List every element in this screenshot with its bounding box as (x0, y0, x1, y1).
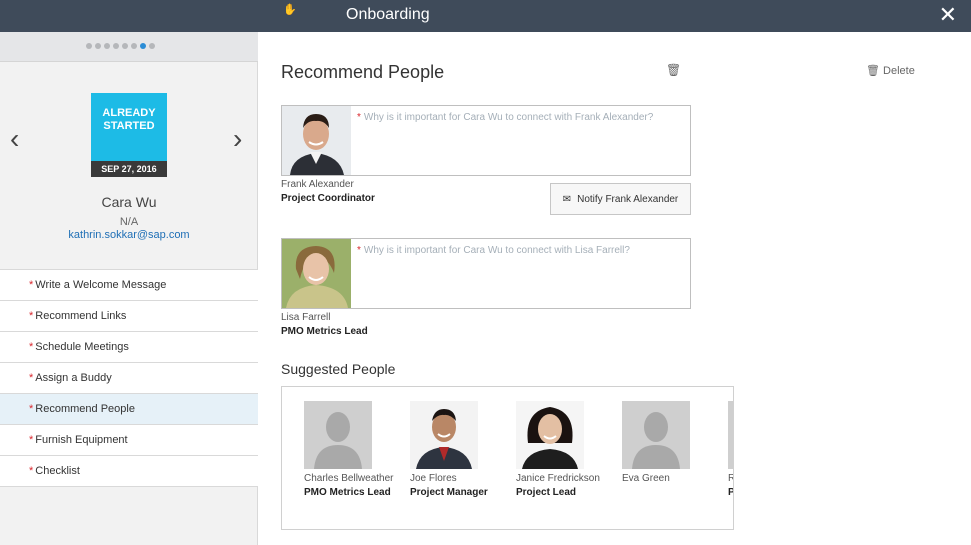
task-item-schedule-meetings[interactable]: * Schedule Meetings (0, 332, 258, 363)
page-dots (86, 43, 155, 49)
main-panel: Recommend People 🗑 🗑 Delete * Why is it i… (259, 32, 971, 545)
start-date: SEP 27, 2016 (91, 161, 167, 177)
new-hire-profile: ‹ › ALREADY STARTED SEP 27, 2016 Cara Wu… (0, 63, 258, 269)
page-dot[interactable] (113, 43, 119, 49)
person-placeholder-icon (622, 401, 690, 469)
task-item-welcome-message[interactable]: * Write a Welcome Message (0, 270, 258, 301)
required-marker: * (29, 434, 34, 446)
envelope-icon: ✉ (562, 193, 572, 205)
person-placeholder-icon (304, 401, 372, 469)
suggested-person[interactable]: Joe Flores Project Manager (410, 401, 510, 498)
page-dot[interactable] (86, 43, 92, 49)
recommended-person-name: Frank Alexander (281, 179, 354, 190)
recommendation-reason-input[interactable]: * Why is it important for Cara Wu to conn… (357, 245, 682, 257)
required-marker: * (357, 245, 361, 256)
suggested-person[interactable]: Charles Bellweather PMO Metrics Lead (304, 401, 404, 498)
page-dot[interactable] (149, 43, 155, 49)
person-photo (410, 401, 478, 469)
suggested-person-role: Project Manager (410, 487, 488, 498)
suggested-person-name: Eva Green (622, 473, 670, 484)
new-hire-title: N/A (119, 216, 139, 228)
person-photo (282, 106, 351, 175)
page-dot[interactable] (104, 43, 110, 49)
header-bar: ✋ Onboarding ✕ (0, 0, 971, 32)
suggested-person-name: Joe Flores (410, 473, 457, 484)
suggested-person[interactable]: R P (728, 401, 733, 498)
person-placeholder-icon (728, 401, 733, 469)
recommended-person-role: Project Coordinator (281, 193, 375, 204)
sidebar: ‹ › ALREADY STARTED SEP 27, 2016 Cara Wu… (0, 32, 258, 545)
delete-button[interactable]: 🗑 Delete (866, 64, 915, 77)
recommendation-card: * Why is it important for Cara Wu to conn… (281, 105, 691, 176)
required-marker: * (29, 372, 34, 384)
previous-arrow-icon[interactable]: ‹ (10, 123, 19, 155)
suggested-person[interactable]: Eva Green (622, 401, 722, 487)
notify-button[interactable]: ✉ Notify Frank Alexander (550, 183, 691, 215)
page-dot[interactable] (131, 43, 137, 49)
page-dot[interactable] (122, 43, 128, 49)
recommendation-reason-input[interactable]: * Why is it important for Cara Wu to conn… (357, 112, 682, 124)
next-arrow-icon[interactable]: › (233, 123, 242, 155)
suggested-person[interactable]: Janice Fredrickson Project Lead (516, 401, 616, 498)
task-item-recommend-people[interactable]: * Recommend People (0, 394, 258, 425)
status-label: ALREADY STARTED (102, 107, 156, 132)
task-item-assign-buddy[interactable]: * Assign a Buddy (0, 363, 258, 394)
task-list: * Write a Welcome Message * Recommend Link… (0, 269, 258, 487)
mouse-cursor-icon: ✋ (283, 4, 297, 16)
page-dot[interactable] (95, 43, 101, 49)
person-photo (516, 401, 584, 469)
required-marker: * (29, 310, 34, 322)
required-marker: * (29, 465, 34, 477)
task-item-checklist[interactable]: * Checklist (0, 456, 258, 487)
suggested-person-role: Project Lead (516, 487, 577, 498)
carousel-indicator (0, 32, 258, 62)
trash-icon: 🗑 (866, 65, 880, 77)
page-dot-active[interactable] (140, 43, 146, 49)
required-marker: * (357, 112, 361, 123)
recommendation-card: * Why is it important for Cara Wu to conn… (281, 238, 691, 309)
recommended-person-role: PMO Metrics Lead (281, 326, 368, 337)
task-item-furnish-equipment[interactable]: * Furnish Equipment (0, 425, 258, 456)
recommended-person-name: Lisa Farrell (281, 312, 331, 323)
suggested-person-role: P (728, 487, 733, 498)
suggested-person-name: R (728, 473, 733, 484)
required-marker: * (29, 341, 34, 353)
person-photo (282, 239, 351, 308)
suggested-person-name: Charles Bellweather (304, 473, 394, 484)
required-marker: * (29, 403, 34, 415)
required-marker: * (29, 279, 34, 291)
status-tile: ALREADY STARTED (91, 93, 167, 161)
new-hire-email[interactable]: kathrin.sokkar@sap.com (0, 229, 258, 241)
task-item-recommend-links[interactable]: * Recommend Links (0, 301, 258, 332)
trash-icon[interactable]: 🗑 (666, 63, 681, 77)
suggested-people-title: Suggested People (281, 361, 396, 377)
suggested-person-role: PMO Metrics Lead (304, 487, 391, 498)
suggested-person-name: Janice Fredrickson (516, 473, 600, 484)
page-title: Recommend People (281, 62, 445, 82)
new-hire-name: Cara Wu (101, 194, 157, 210)
close-icon[interactable]: ✕ (939, 4, 957, 26)
dialog-title: Onboarding (346, 6, 430, 23)
suggested-people-list: Charles Bellweather PMO Metrics Lead Joe… (281, 386, 734, 530)
